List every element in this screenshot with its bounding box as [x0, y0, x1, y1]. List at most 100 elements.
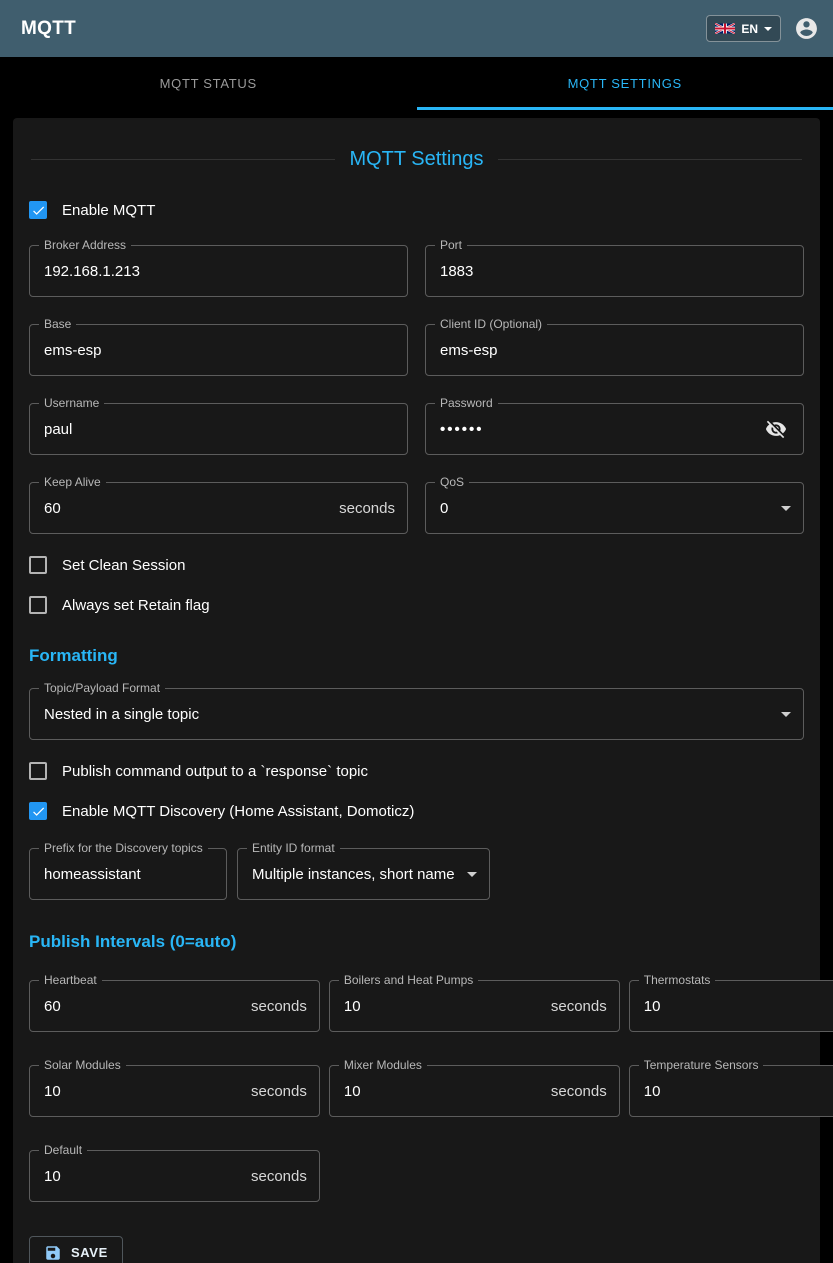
section-header-mqtt-settings: MQTT Settings [31, 148, 802, 171]
field-label: Thermostats [639, 973, 716, 987]
field-label: Solar Modules [39, 1058, 126, 1072]
client-id-field: Client ID (Optional) [425, 324, 804, 376]
chevron-down-icon [764, 27, 772, 31]
mqtt-discovery-row: Enable MQTT Discovery (Home Assistant, D… [29, 802, 804, 820]
field-label: Port [435, 238, 467, 252]
base-input[interactable] [44, 342, 395, 359]
dropdown-arrow-icon [781, 506, 791, 511]
publish-intervals-fields: Heartbeat seconds Boilers and Heat Pumps… [29, 980, 804, 1202]
publish-response-checkbox[interactable] [29, 762, 47, 780]
field-suffix: seconds [251, 1083, 307, 1100]
temperature-interval-field: Temperature Sensors seconds [629, 1065, 833, 1117]
mixer-interval-field: Mixer Modules seconds [329, 1065, 620, 1117]
field-label: Prefix for the Discovery topics [39, 841, 208, 855]
field-suffix: seconds [251, 1168, 307, 1185]
username-input[interactable] [44, 421, 395, 438]
discovery-prefix-input[interactable] [44, 866, 214, 883]
uk-flag-icon [715, 23, 735, 34]
app-bar: MQTT EN [0, 0, 833, 57]
thermostats-interval-input[interactable] [644, 998, 833, 1015]
mixer-interval-input[interactable] [344, 1083, 543, 1100]
topic-payload-format-select[interactable]: Topic/Payload Format Nested in a single … [29, 688, 804, 740]
heartbeat-interval-input[interactable] [44, 998, 243, 1015]
dropdown-arrow-icon [781, 712, 791, 717]
retain-flag-row: Always set Retain flag [29, 596, 804, 614]
discovery-fields: Prefix for the Discovery topics Entity I… [29, 848, 804, 900]
check-icon [31, 203, 46, 218]
field-suffix: seconds [551, 998, 607, 1015]
password-input[interactable] [440, 421, 761, 438]
field-label: Password [435, 396, 498, 410]
page-title: MQTT [21, 18, 76, 40]
keep-alive-field: Keep Alive seconds [29, 482, 408, 534]
field-label: Heartbeat [39, 973, 102, 987]
appbar-actions: EN [706, 15, 819, 42]
keep-alive-input[interactable] [44, 500, 331, 517]
field-label: Mixer Modules [339, 1058, 427, 1072]
boilers-interval-input[interactable] [344, 998, 543, 1015]
section-title: MQTT Settings [349, 148, 483, 171]
entity-id-format-select[interactable]: Entity ID format Multiple instances, sho… [237, 848, 490, 900]
check-icon [31, 804, 46, 819]
publish-intervals-section-title: Publish Intervals (0=auto) [29, 932, 804, 952]
retain-flag-checkbox[interactable] [29, 596, 47, 614]
mqtt-settings-page: MQTT EN [0, 0, 833, 1263]
field-label: Default [39, 1143, 87, 1157]
save-button-label: SAVE [71, 1245, 108, 1260]
solar-interval-field: Solar Modules seconds [29, 1065, 320, 1117]
tab-mqtt-status[interactable]: MQTT STATUS [0, 57, 417, 110]
formatting-section-title: Formatting [29, 646, 804, 666]
enable-mqtt-checkbox[interactable] [29, 201, 47, 219]
field-label: QoS [435, 475, 469, 489]
field-label: Topic/Payload Format [39, 681, 165, 695]
broker-address-field: Broker Address [29, 245, 408, 297]
temperature-interval-input[interactable] [644, 1083, 833, 1100]
field-label: Username [39, 396, 104, 410]
save-button[interactable]: SAVE [29, 1236, 123, 1263]
clean-session-checkbox[interactable] [29, 556, 47, 574]
port-field: Port [425, 245, 804, 297]
enable-mqtt-label: Enable MQTT [62, 202, 155, 219]
thermostats-interval-field: Thermostats seconds [629, 980, 833, 1032]
language-selector-button[interactable]: EN [706, 15, 781, 42]
boilers-interval-field: Boilers and Heat Pumps seconds [329, 980, 620, 1032]
clean-session-label: Set Clean Session [62, 557, 185, 574]
publish-response-label: Publish command output to a `response` t… [62, 763, 368, 780]
toggle-password-visibility-button[interactable] [761, 414, 791, 444]
username-field: Username [29, 403, 408, 455]
clean-session-row: Set Clean Session [29, 556, 804, 574]
solar-interval-input[interactable] [44, 1083, 243, 1100]
save-icon [44, 1244, 62, 1262]
default-interval-input[interactable] [44, 1168, 243, 1185]
client-id-input[interactable] [440, 342, 791, 359]
publish-response-row: Publish command output to a `response` t… [29, 762, 804, 780]
field-suffix: seconds [251, 998, 307, 1015]
password-field: Password [425, 403, 804, 455]
language-label: EN [741, 22, 758, 36]
field-suffix: seconds [339, 500, 395, 517]
tab-bar: MQTT STATUS MQTT SETTINGS [0, 57, 833, 110]
divider [31, 159, 335, 160]
visibility-off-icon [765, 418, 787, 440]
heartbeat-interval-field: Heartbeat seconds [29, 980, 320, 1032]
field-label: Keep Alive [39, 475, 106, 489]
default-interval-field: Default seconds [29, 1150, 320, 1202]
port-input[interactable] [440, 263, 791, 280]
qos-select[interactable]: QoS 0 [425, 482, 804, 534]
discovery-prefix-field: Prefix for the Discovery topics [29, 848, 227, 900]
field-label: Base [39, 317, 76, 331]
tab-mqtt-settings[interactable]: MQTT SETTINGS [417, 57, 833, 110]
enable-mqtt-row: Enable MQTT [29, 201, 804, 219]
field-label: Boilers and Heat Pumps [339, 973, 478, 987]
retain-flag-label: Always set Retain flag [62, 597, 210, 614]
mqtt-discovery-checkbox[interactable] [29, 802, 47, 820]
field-label: Temperature Sensors [639, 1058, 764, 1072]
mqtt-discovery-label: Enable MQTT Discovery (Home Assistant, D… [62, 803, 414, 820]
settings-card: MQTT Settings Enable MQTT Broker Address… [13, 118, 820, 1263]
connection-fields: Broker Address Port Base Client ID (Opti… [29, 245, 804, 534]
field-label: Entity ID format [247, 841, 340, 855]
broker-address-input[interactable] [44, 263, 395, 280]
account-icon[interactable] [793, 16, 819, 42]
qos-value: 0 [440, 500, 773, 517]
topic-payload-format-value: Nested in a single topic [44, 706, 773, 723]
